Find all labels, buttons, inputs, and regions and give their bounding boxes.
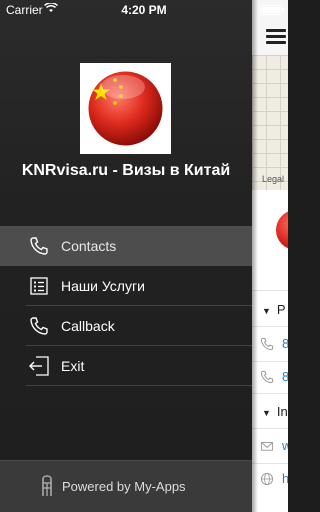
powered-by-footer[interactable]: Powered by My-Apps xyxy=(0,460,252,512)
app-logo xyxy=(80,63,171,154)
footer-text: Powered by My-Apps xyxy=(62,479,186,494)
section-header-phones[interactable]: ▼ P xyxy=(262,302,286,317)
section-header-label: P xyxy=(276,302,286,317)
mail-icon xyxy=(260,442,274,451)
my-apps-icon xyxy=(40,473,54,500)
menu-item-exit[interactable]: Exit xyxy=(0,346,252,386)
menu-item-label: Contacts xyxy=(61,238,117,254)
hamburger-menu-icon[interactable] xyxy=(266,29,286,47)
phone-icon xyxy=(28,315,50,337)
status-time: 4:20 PM xyxy=(121,3,167,17)
exit-icon xyxy=(28,355,50,377)
menu-item-contacts[interactable]: Contacts xyxy=(0,226,252,266)
section-header-label: In xyxy=(276,404,288,419)
list-icon xyxy=(28,275,50,297)
phone-number-link[interactable]: 8 xyxy=(282,369,288,384)
phone-icon xyxy=(260,370,274,384)
status-bar: Carrier 4:20 PM xyxy=(0,0,288,20)
flag-logo-icon xyxy=(276,210,288,250)
menu-item-label: Наши Услуги xyxy=(61,278,145,294)
menu-divider xyxy=(26,385,252,386)
drawer-shadow xyxy=(252,0,258,512)
main-content-peek[interactable]: Legal ▼ P 8 8 ▼ In w h xyxy=(252,0,288,512)
phone-icon xyxy=(260,337,274,351)
phone-number-link[interactable]: 8 xyxy=(282,336,288,351)
website-link[interactable]: h xyxy=(282,471,288,486)
map-legal-link[interactable]: Legal xyxy=(262,174,284,184)
battery-icon xyxy=(260,5,284,15)
menu-item-label: Callback xyxy=(61,318,115,334)
menu-item-callback[interactable]: Callback xyxy=(0,306,252,346)
section-header-info[interactable]: ▼ In xyxy=(262,404,288,419)
app-title: KNRvisa.ru - Визы в Китай xyxy=(21,162,231,179)
globe-icon xyxy=(260,472,274,486)
menu-item-services[interactable]: Наши Услуги xyxy=(0,266,252,306)
drawer-menu: Contacts Наши Услуги Callback Exit xyxy=(0,226,252,386)
side-drawer: KNRvisa.ru - Визы в Китай Contacts Наши … xyxy=(0,0,252,512)
phone-icon xyxy=(28,235,50,257)
menu-item-label: Exit xyxy=(61,358,85,374)
email-link[interactable]: w xyxy=(282,438,288,453)
